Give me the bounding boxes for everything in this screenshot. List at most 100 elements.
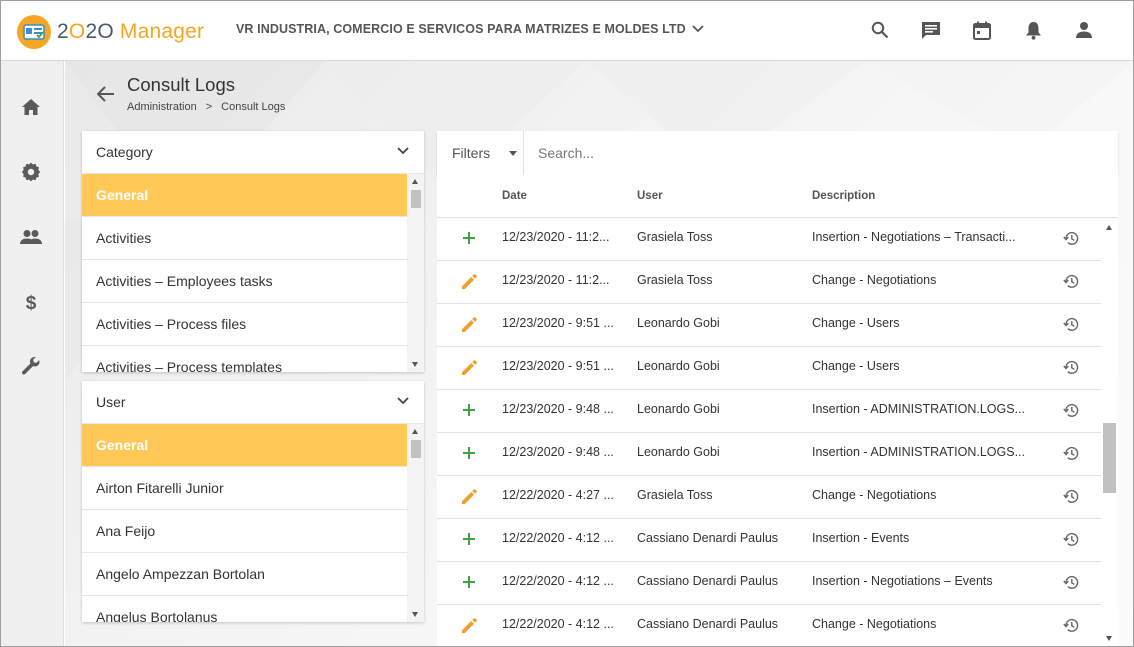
category-item[interactable]: Activities – Employees tasks bbox=[82, 260, 407, 303]
category-item[interactable]: Activities bbox=[82, 217, 407, 260]
search-icon[interactable] bbox=[869, 19, 891, 41]
history-icon[interactable] bbox=[1063, 445, 1080, 462]
user-item[interactable]: Angelus Bortolanus bbox=[82, 596, 407, 622]
row-user: Grasiela Toss bbox=[637, 488, 713, 502]
row-user: Grasiela Toss bbox=[637, 230, 713, 244]
row-user: Leonardo Gobi bbox=[637, 359, 720, 373]
home-icon[interactable] bbox=[20, 96, 42, 118]
row-date: 12/22/2020 - 4:12 ... bbox=[502, 617, 614, 631]
category-panel: Category General Activities Activities –… bbox=[82, 131, 424, 372]
user-item[interactable]: Airton Fitarelli Junior bbox=[82, 467, 407, 510]
scroll-thumb[interactable] bbox=[411, 440, 421, 458]
history-icon[interactable] bbox=[1063, 488, 1080, 505]
column-header-date[interactable]: Date bbox=[502, 190, 527, 202]
wrench-icon[interactable] bbox=[20, 355, 42, 377]
scroll-up-icon[interactable] bbox=[1106, 225, 1112, 230]
user-title: User bbox=[96, 394, 126, 410]
row-date: 12/23/2020 - 11:2... bbox=[502, 230, 610, 244]
history-icon[interactable] bbox=[1063, 402, 1080, 419]
user-item-general[interactable]: General bbox=[82, 424, 407, 467]
row-description: Change - Negotiations bbox=[812, 617, 937, 631]
category-scrollbar[interactable] bbox=[407, 174, 424, 372]
scroll-down-icon[interactable] bbox=[412, 362, 418, 367]
history-icon[interactable] bbox=[1063, 574, 1080, 591]
user-scrollbar[interactable] bbox=[407, 424, 424, 622]
table-row[interactable]: 12/22/2020 - 4:12 ... Cassiano Denardi Pa… bbox=[437, 519, 1101, 562]
table-row[interactable]: 12/22/2020 - 4:27 ... Grasiela Toss Change… bbox=[437, 476, 1101, 519]
dollar-icon[interactable]: $ bbox=[20, 291, 42, 313]
row-description: Insertion - Negotiations – Transacti... bbox=[812, 230, 1016, 244]
category-list: General Activities Activities – Employee… bbox=[82, 174, 424, 372]
row-date: 12/22/2020 - 4:12 ... bbox=[502, 531, 614, 545]
chevron-down-icon bbox=[692, 25, 704, 33]
calendar-icon[interactable] bbox=[971, 19, 993, 41]
filters-dropdown[interactable]: Filters bbox=[437, 131, 524, 175]
chevron-down-icon bbox=[397, 397, 409, 405]
row-date: 12/23/2020 - 9:51 ... bbox=[502, 359, 614, 373]
history-icon[interactable] bbox=[1063, 273, 1080, 290]
table-scrollbar[interactable] bbox=[1101, 218, 1118, 646]
caret-down-icon bbox=[509, 151, 517, 156]
main-content: Consult Logs Administration > Consult Lo… bbox=[65, 61, 1133, 646]
row-user: Leonardo Gobi bbox=[637, 316, 720, 330]
company-selector[interactable]: VR INDUSTRIA, COMERCIO E SERVICOS PARA M… bbox=[236, 22, 704, 36]
page-title: Consult Logs bbox=[127, 74, 235, 95]
table-row[interactable]: 12/23/2020 - 9:51 ... Leonardo Gobi Change… bbox=[437, 304, 1101, 347]
scroll-up-icon[interactable] bbox=[412, 429, 418, 434]
app-window: 2O2O Manager VR INDUSTRIA, COMERCIO E SE… bbox=[0, 0, 1134, 647]
pencil-icon bbox=[459, 314, 479, 334]
history-icon[interactable] bbox=[1063, 531, 1080, 548]
column-header-description[interactable]: Description bbox=[812, 190, 875, 202]
user-panel: User General Airton Fitarelli Junior Ana… bbox=[82, 381, 424, 622]
table-row[interactable]: 12/22/2020 - 4:12 ... Cassiano Denardi Pa… bbox=[437, 562, 1101, 605]
row-date: 12/22/2020 - 4:12 ... bbox=[502, 574, 614, 588]
scroll-thumb[interactable] bbox=[1103, 423, 1116, 493]
user-item[interactable]: Angelo Ampezzan Bortolan bbox=[82, 553, 407, 596]
table-row[interactable]: 12/22/2020 - 4:12 ... Cassiano Denardi Pa… bbox=[437, 605, 1101, 646]
scroll-up-icon[interactable] bbox=[412, 179, 418, 184]
app-logo[interactable]: 2O2O Manager bbox=[17, 15, 204, 49]
logs-table: Date User Description 12/23/2020 - 11:2.… bbox=[437, 175, 1118, 646]
category-dropdown[interactable]: Category bbox=[82, 131, 424, 174]
pencil-icon bbox=[459, 615, 479, 635]
search-input[interactable] bbox=[525, 131, 1118, 175]
chevron-down-icon bbox=[397, 147, 409, 155]
scroll-thumb[interactable] bbox=[411, 190, 421, 208]
row-description: Insertion - ADMINISTRATION.LOGS.... bbox=[812, 402, 1024, 416]
back-arrow-icon[interactable] bbox=[95, 83, 117, 105]
scroll-down-icon[interactable] bbox=[1106, 636, 1112, 641]
breadcrumb-separator: > bbox=[205, 101, 213, 113]
row-user: Leonardo Gobi bbox=[637, 445, 720, 459]
history-icon[interactable] bbox=[1063, 359, 1080, 376]
bell-icon[interactable] bbox=[1022, 19, 1044, 41]
sidebar: $ bbox=[1, 61, 64, 646]
row-user: Grasiela Toss bbox=[637, 273, 713, 287]
category-item[interactable]: Activities – Process templates bbox=[82, 346, 407, 372]
people-icon[interactable] bbox=[20, 226, 42, 248]
table-row[interactable]: 12/23/2020 - 9:48 ... Leonardo Gobi Insert… bbox=[437, 433, 1101, 476]
row-description: Insertion - Negotiations – Events bbox=[812, 574, 993, 588]
history-icon[interactable] bbox=[1063, 617, 1080, 634]
chat-icon[interactable] bbox=[920, 19, 942, 41]
user-item[interactable]: Ana Feijo bbox=[82, 510, 407, 553]
history-icon[interactable] bbox=[1063, 230, 1080, 247]
row-description: Insertion - Events bbox=[812, 531, 910, 545]
breadcrumb-item-administration[interactable]: Administration bbox=[127, 101, 197, 113]
history-icon[interactable] bbox=[1063, 316, 1080, 333]
column-header-user[interactable]: User bbox=[637, 190, 663, 202]
table-row[interactable]: 12/23/2020 - 11:2... Grasiela Toss Inserti… bbox=[437, 218, 1101, 261]
person-icon[interactable] bbox=[1073, 19, 1095, 41]
row-description: Change - Negotiations bbox=[812, 273, 937, 287]
user-dropdown[interactable]: User bbox=[82, 381, 424, 424]
category-item-general[interactable]: General bbox=[82, 174, 407, 217]
table-row[interactable]: 12/23/2020 - 9:48 ... Leonardo Gobi Insert… bbox=[437, 390, 1101, 433]
row-date: 12/23/2020 - 9:48 ... bbox=[502, 445, 614, 459]
scroll-down-icon[interactable] bbox=[412, 612, 418, 617]
category-item[interactable]: Activities – Process files bbox=[82, 303, 407, 346]
gear-icon[interactable] bbox=[20, 161, 42, 183]
plus-icon bbox=[459, 572, 479, 592]
table-row[interactable]: 12/23/2020 - 9:51 ... Leonardo Gobi Change… bbox=[437, 347, 1101, 390]
table-row[interactable]: 12/23/2020 - 11:2... Grasiela Toss Change … bbox=[437, 261, 1101, 304]
plus-icon bbox=[459, 529, 479, 549]
plus-icon bbox=[459, 443, 479, 463]
